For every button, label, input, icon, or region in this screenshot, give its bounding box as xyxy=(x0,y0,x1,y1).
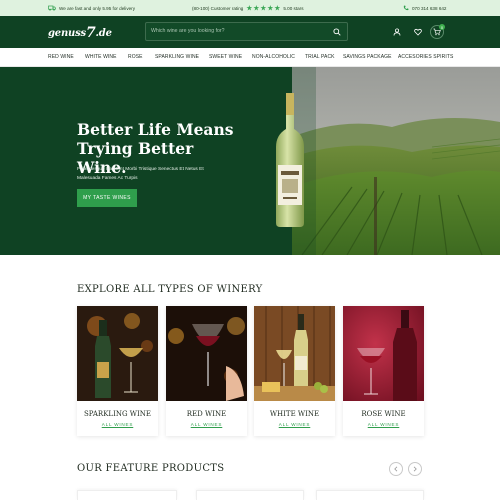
cart-button[interactable]: 0 xyxy=(430,24,445,39)
product-card[interactable] xyxy=(77,490,177,500)
account-button[interactable] xyxy=(390,25,404,39)
card-name: WHITE WINE xyxy=(269,410,320,418)
carousel-prev-button[interactable] xyxy=(389,462,403,476)
nav-non-alcoholic[interactable]: NON-ALCOHOLIC xyxy=(252,54,295,60)
carousel-next-button[interactable] xyxy=(408,462,422,476)
product-card[interactable] xyxy=(196,490,304,500)
heart-icon xyxy=(414,28,422,36)
card-rose-wine[interactable]: ROSE WINE ALL WINES xyxy=(343,306,424,436)
wishlist-button[interactable] xyxy=(411,25,425,39)
hero-banner: Better Life Means Trying Better Wine. Pe… xyxy=(0,67,500,255)
my-taste-wines-button[interactable]: MY TASTE WINES xyxy=(77,189,137,207)
rating-stars xyxy=(246,5,281,11)
product-card[interactable] xyxy=(316,490,424,500)
chevron-left-icon xyxy=(394,466,398,472)
star-icon xyxy=(253,5,260,11)
nav-rose[interactable]: ROSE xyxy=(128,54,143,60)
delivery-info: We are fast and only 5.95 for delivery xyxy=(48,5,135,11)
types-section-title: EXPLORE ALL TYPES OF WINERY xyxy=(77,284,263,295)
category-nav: RED WINE WHITE WINE ROSE SPARKLING WINE … xyxy=(0,48,500,67)
logo[interactable]: genuss7.de xyxy=(48,24,112,41)
star-icon xyxy=(274,5,281,11)
red-wine-image xyxy=(166,306,247,401)
featured-section-title: OUR FEATURE PRODUCTS xyxy=(77,463,225,474)
nav-sweet-wine[interactable]: SWEET WINE xyxy=(209,54,242,60)
logo-seven: 7 xyxy=(85,25,96,41)
nav-savings-package[interactable]: SAVINGS PACKAGE xyxy=(343,54,392,60)
card-white-wine[interactable]: WHITE WINE ALL WINES xyxy=(254,306,335,436)
vineyard-image xyxy=(292,67,500,255)
rating-text: (80-100) Customer rating xyxy=(192,5,244,11)
hero-subtitle: Pellentesque Habitant Morbi Tristique Se… xyxy=(77,167,204,181)
card-link-all-wines[interactable]: ALL WINES xyxy=(254,422,335,427)
rose-wine-image xyxy=(343,306,424,401)
card-sparkling-wine[interactable]: SPARKLING WINE ALL WINES xyxy=(77,306,158,436)
phone-icon xyxy=(403,5,409,11)
card-link-all-wines[interactable]: ALL WINES xyxy=(343,422,424,427)
card-link-all-wines[interactable]: ALL WINES xyxy=(77,422,158,427)
search-box xyxy=(145,22,348,41)
wine-type-cards: SPARKLING WINE ALL WINES RED WINE ALL WI… xyxy=(77,306,424,436)
nav-accessories-spirits[interactable]: ACCESORIES SPIRITS xyxy=(398,54,453,60)
star-icon xyxy=(260,5,267,11)
delivery-text: We are fast and only 5.95 for delivery xyxy=(59,5,136,11)
logo-prefix: genuss xyxy=(48,28,86,39)
card-name: ROSE WINE xyxy=(361,410,406,418)
logo-suffix: .de xyxy=(95,28,112,39)
star-icon xyxy=(267,5,274,11)
card-red-wine[interactable]: RED WINE ALL WINES xyxy=(166,306,247,436)
top-info-bar: We are fast and only 5.95 for delivery (… xyxy=(0,0,500,16)
nav-white-wine[interactable]: WHITE WINE xyxy=(85,54,117,60)
rating-info: (80-100) Customer rating 5.00 stars xyxy=(192,5,304,11)
nav-red-wine[interactable]: RED WINE xyxy=(48,54,74,60)
main-header: genuss7.de 0 xyxy=(0,16,500,48)
chevron-right-icon xyxy=(413,466,417,472)
card-name: RED WINE xyxy=(186,410,227,418)
cart-count-badge: 0 xyxy=(439,24,445,30)
white-wine-image xyxy=(254,306,335,401)
user-icon xyxy=(393,28,401,36)
nav-sparkling-wine[interactable]: SPARKLING WINE xyxy=(155,54,199,60)
search-icon[interactable] xyxy=(333,28,341,36)
stars-text: 5.00 stars xyxy=(283,5,304,11)
search-input[interactable] xyxy=(151,28,321,34)
phone-info[interactable]: 070 314 638 642 xyxy=(403,5,447,11)
star-icon xyxy=(246,5,253,11)
sparkling-wine-image xyxy=(77,306,158,401)
nav-trial-pack[interactable]: TRIAL PACK xyxy=(305,54,335,60)
card-link-all-wines[interactable]: ALL WINES xyxy=(166,422,247,427)
wine-bottle-image xyxy=(276,93,304,227)
phone-number[interactable]: 070 314 638 642 xyxy=(412,6,447,11)
card-name: SPARKLING WINE xyxy=(84,410,151,418)
truck-icon xyxy=(48,5,56,11)
